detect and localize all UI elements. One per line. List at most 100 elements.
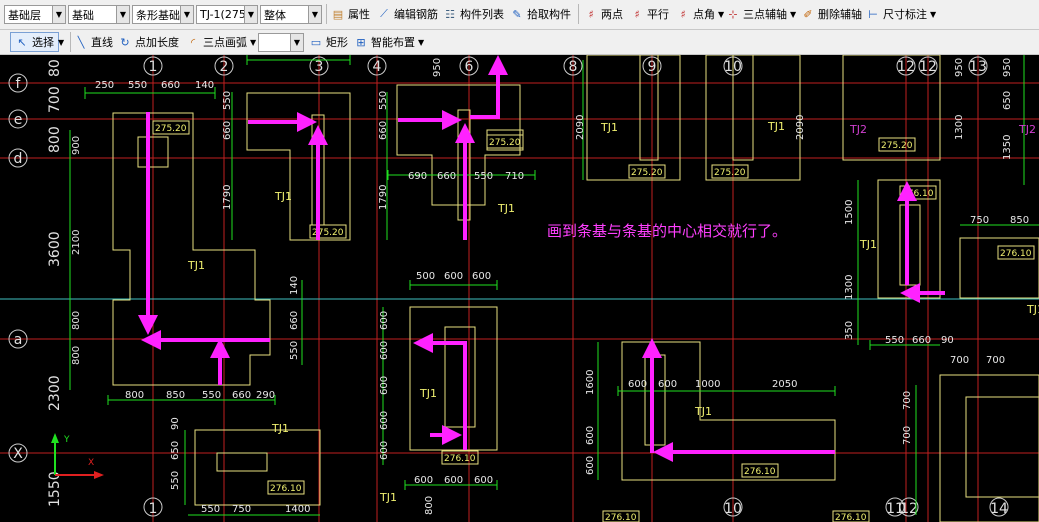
beam-tag: 276.10 <box>270 484 302 494</box>
dim-text: 600 <box>472 271 491 282</box>
chevron-down-icon: ▼ <box>116 6 129 23</box>
left-dim: 2100 <box>71 230 82 255</box>
dim-text: 700 <box>902 391 913 410</box>
chevron-down-icon: ▼ <box>308 6 321 23</box>
left-dim: 800 <box>47 126 63 153</box>
beam-tag: 275.20 <box>489 138 521 148</box>
dim-text: 90 <box>941 335 954 346</box>
dim-text: 550 <box>474 171 493 182</box>
toolbar-separator <box>578 4 579 24</box>
component-select[interactable]: TJ-1(275 ▼ <box>196 5 258 24</box>
dim-text: 550 <box>170 471 181 490</box>
three-point-arc-button[interactable]: ◜ 三点画弧 ▼ <box>186 32 256 52</box>
three-point-aux-label: 三点辅轴 <box>743 8 787 21</box>
scope-select-value: 整体 <box>264 8 286 22</box>
pick-component-button[interactable]: ✎ 拾取构件 <box>510 4 571 24</box>
scope-select[interactable]: 整体 ▼ <box>260 5 322 24</box>
dimension-label: 尺寸标注 <box>883 8 927 21</box>
two-points-button[interactable]: ♯ 两点 <box>584 4 623 24</box>
point-angle-button[interactable]: ♯ 点角 ▼ <box>676 4 724 24</box>
svg-text:X: X <box>88 458 94 468</box>
rect-button[interactable]: ▭ 矩形 <box>309 32 348 52</box>
parallel-button[interactable]: ♯ 平行 <box>630 4 669 24</box>
row-label: X <box>13 446 23 462</box>
three-point-aux-button[interactable]: ⊹ 三点辅轴 ▼ <box>726 4 796 24</box>
line-icon: ╲ <box>77 35 85 49</box>
dim-text: 690 <box>408 171 427 182</box>
dim-text: 1300 <box>954 115 965 140</box>
delete-aux-button[interactable]: ✐ 删除辅轴 <box>801 4 862 24</box>
dim-text: 600 <box>379 376 390 395</box>
dim-text: 600 <box>585 426 596 445</box>
dim-text: 1300 <box>844 275 855 300</box>
two-points-label: 两点 <box>601 8 623 21</box>
chevron-down-icon: ▼ <box>718 9 725 19</box>
dimension-button[interactable]: ⊢ 尺寸标注 ▼ <box>866 4 936 24</box>
rebar-icon: ⟋ <box>380 7 388 20</box>
dim-text: 650 <box>170 441 181 460</box>
beam-tag: 275.20 <box>714 168 746 178</box>
dim-text: 600 <box>444 475 463 486</box>
component-label: TJ1 <box>379 491 397 504</box>
smart-layout-button[interactable]: ⊞ 智能布置 ▼ <box>354 32 424 52</box>
component-label: TJ1 <box>274 190 292 203</box>
category-select[interactable]: 基础 ▼ <box>68 5 130 24</box>
edit-rebar-button[interactable]: ⟋ 编辑钢筋 <box>377 4 438 24</box>
dim-text: 140 <box>289 276 300 295</box>
category-select-value: 基础 <box>72 8 94 22</box>
point-length-button[interactable]: ↻ 点加长度 <box>118 32 179 52</box>
smart-layout-label: 智能布置 <box>371 36 415 49</box>
toolbar-separator <box>70 32 71 52</box>
point-angle-label: 点角 <box>693 8 715 21</box>
component-label: TJ1 <box>187 259 205 272</box>
type-select[interactable]: 条形基础 ▼ <box>132 5 194 24</box>
point-angle-icon: ♯ <box>680 7 686 21</box>
floor-select[interactable]: 基础层 ▼ <box>4 5 66 24</box>
component-label-tj2: TJ2 <box>849 123 867 136</box>
component-label: TJ1 <box>497 202 515 215</box>
component-label-tj2: TJ2 <box>1018 123 1036 136</box>
dim-text: 550 <box>128 80 147 91</box>
dim-text: 660 <box>222 121 233 140</box>
axis-label-top: 6 <box>465 59 474 75</box>
axis-label-bottom: 14 <box>990 501 1008 517</box>
select-label: 选择 <box>32 36 54 49</box>
drawing-canvas[interactable]: 1 2 3 4 6 8 9 10 12 12 13 1 10 11 12 14 … <box>0 55 1039 522</box>
axis-label-bottom: 10 <box>724 501 742 517</box>
beam-tag: 276.10 <box>1000 249 1032 259</box>
left-dim: 1550 <box>47 471 63 507</box>
axis-label-bottom: 12 <box>900 501 918 517</box>
dim-text: 2050 <box>772 379 797 390</box>
dim-text: 850 <box>1010 215 1029 226</box>
left-dim: 3600 <box>47 231 63 267</box>
properties-label: 属性 <box>348 8 370 21</box>
row-label: a <box>14 332 23 348</box>
dim-text: 550 <box>202 390 221 401</box>
smart-layout-icon: ⊞ <box>356 35 366 49</box>
line-label: 直线 <box>91 36 113 49</box>
select-button[interactable]: ↖ 选择 <box>10 32 59 52</box>
dim-text: 600 <box>474 475 493 486</box>
left-dim: 700 <box>47 86 63 113</box>
component-label: TJ1 <box>694 405 712 418</box>
properties-button[interactable]: ▤ 属性 <box>331 4 370 24</box>
dim-text: 600 <box>628 379 647 390</box>
parallel-label: 平行 <box>647 8 669 21</box>
dim-text: 290 <box>256 390 275 401</box>
beam-tag: 276.10 <box>744 467 776 477</box>
row-label: e <box>14 112 23 128</box>
component-list-button[interactable]: ☷ 构件列表 <box>443 4 504 24</box>
beam-tag: 275.20 <box>631 168 663 178</box>
dim-text: 140 <box>195 80 214 91</box>
line-button[interactable]: ╲ 直线 <box>74 32 113 52</box>
list-icon: ☷ <box>445 7 455 21</box>
arc-mode-select[interactable]: ▼ <box>258 33 304 52</box>
dimension-icon: ⊢ <box>868 7 878 21</box>
chevron-down-icon[interactable]: ▼ <box>58 32 64 52</box>
dimension-lines <box>69 55 1039 516</box>
chevron-down-icon: ▼ <box>790 9 797 19</box>
point-length-label: 点加长度 <box>135 36 179 49</box>
dim-text: 750 <box>970 215 989 226</box>
dim-text: 600 <box>414 475 433 486</box>
dim-text: 950 <box>954 58 965 77</box>
